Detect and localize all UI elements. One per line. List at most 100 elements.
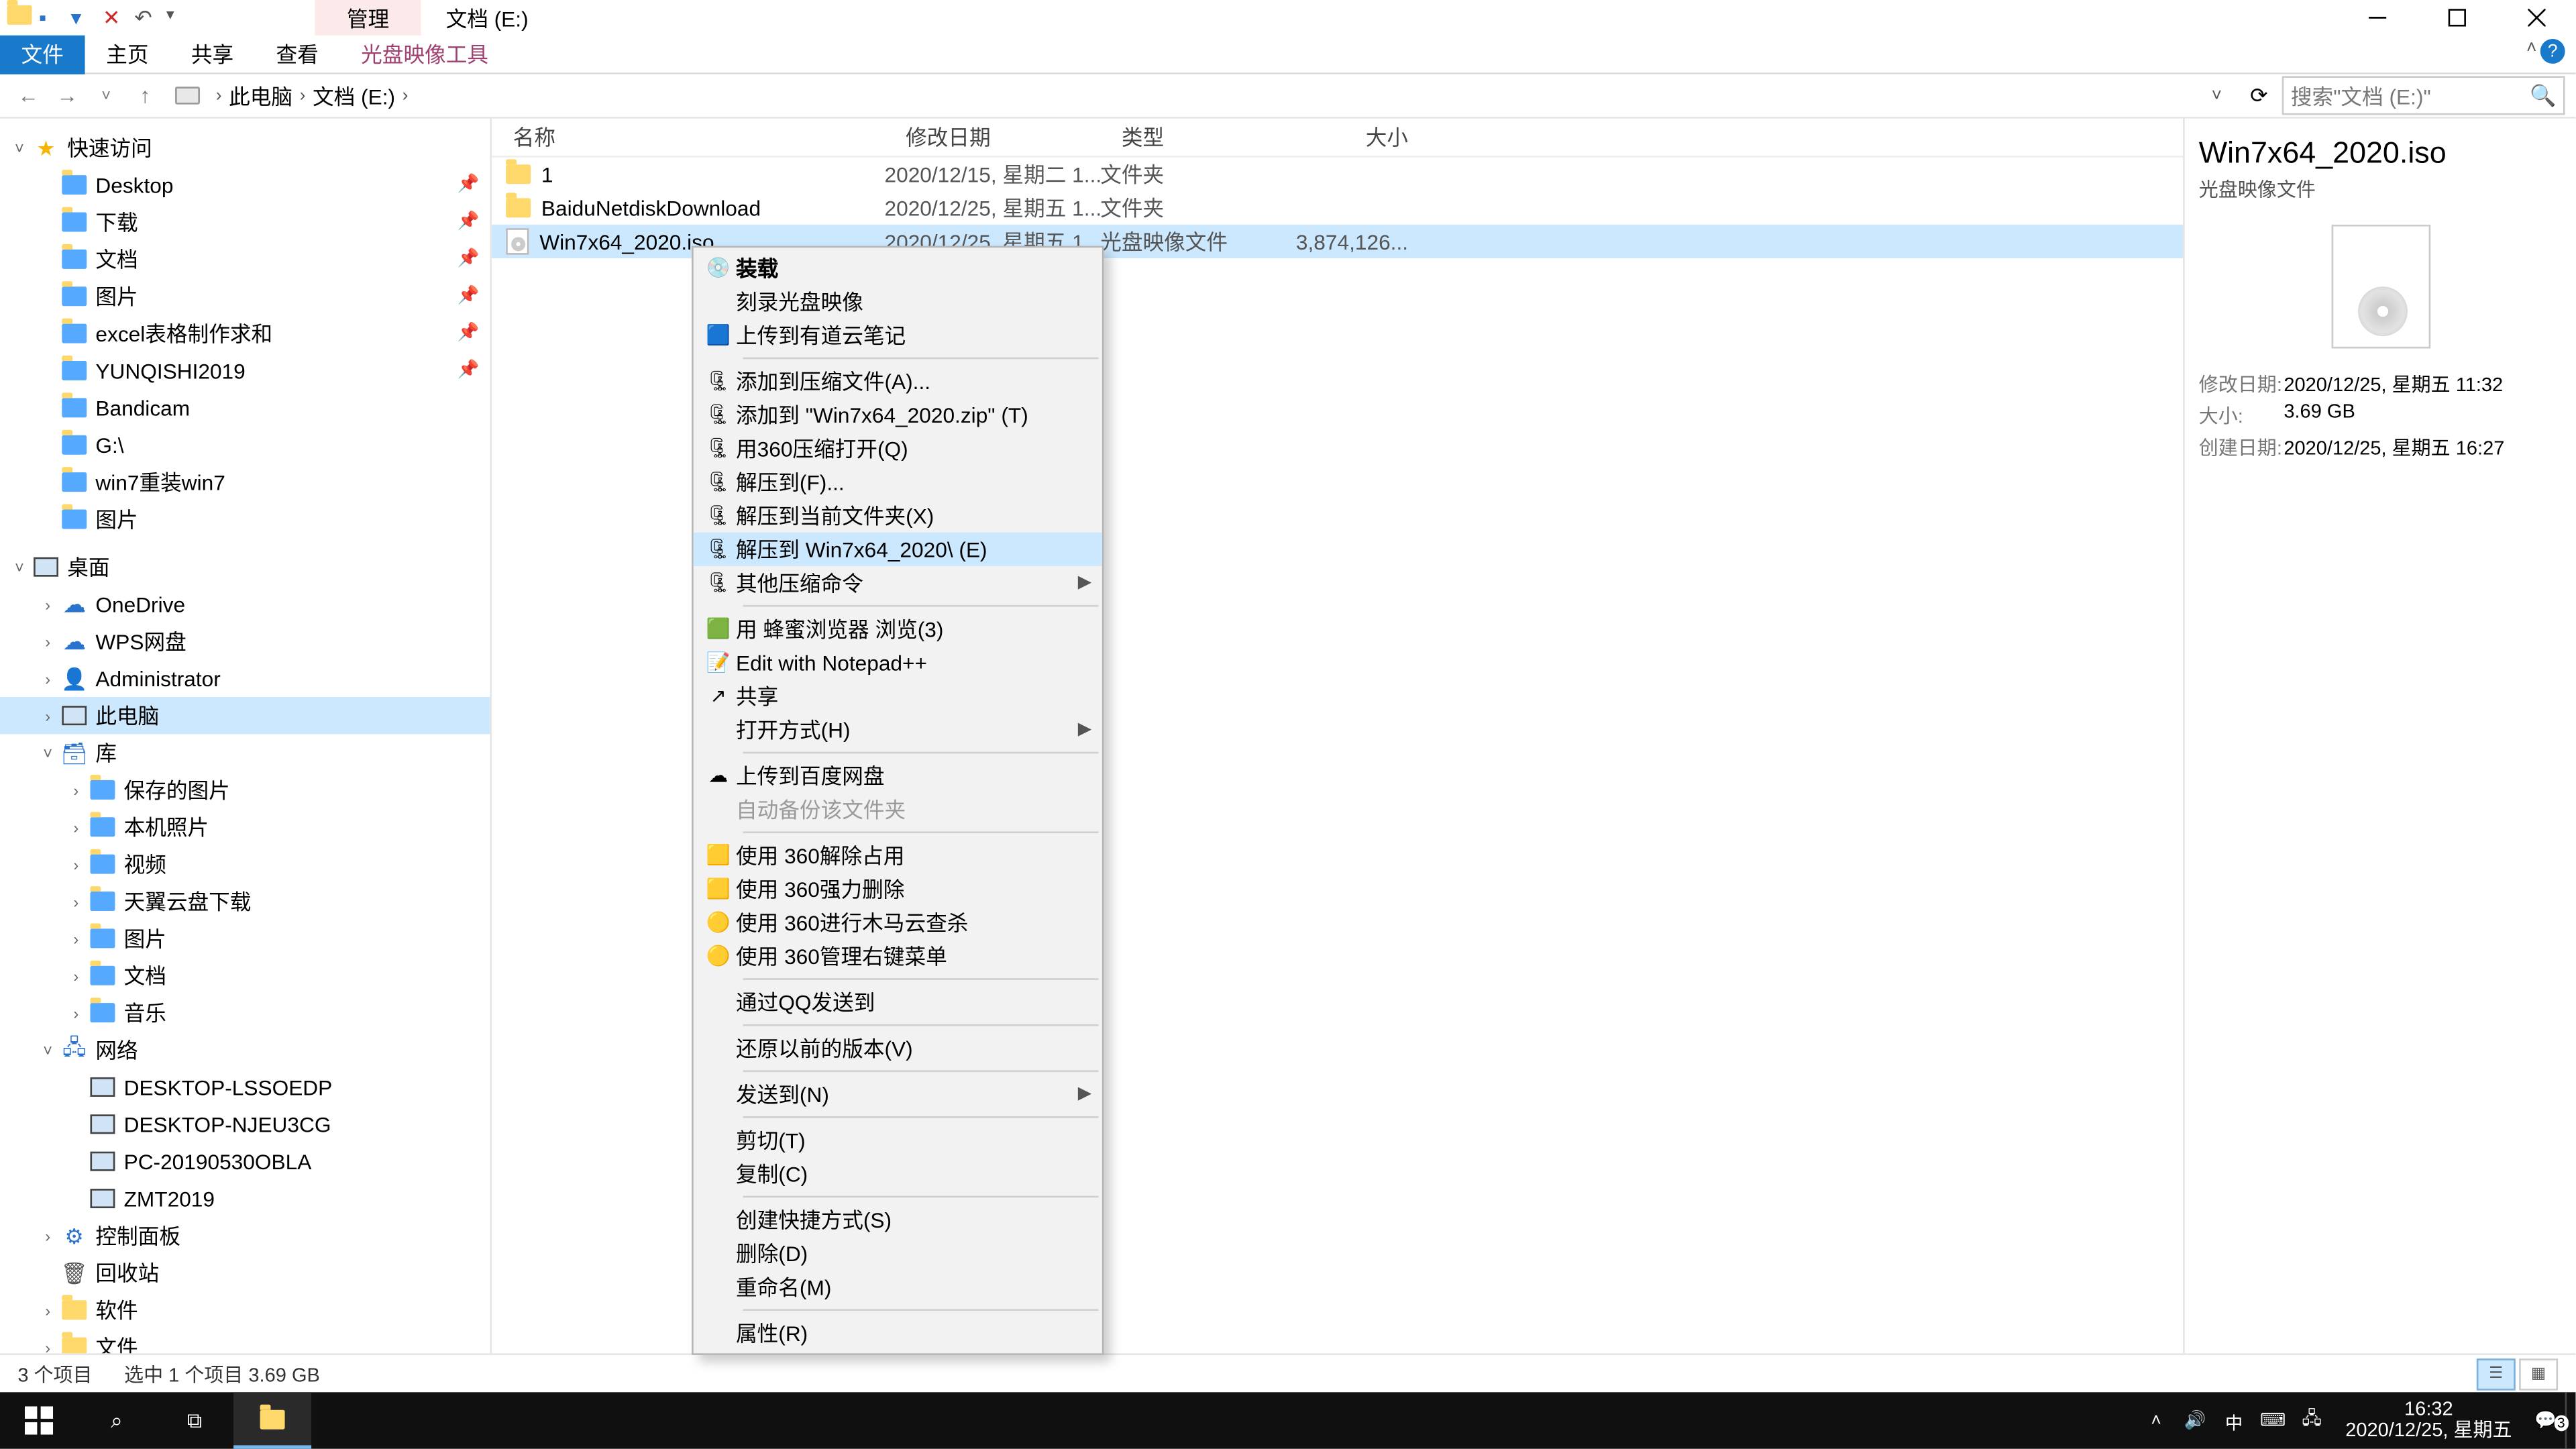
context-menu-item[interactable]: 打开方式(H)▶ [694, 713, 1102, 747]
nav-item[interactable]: ˅★快速访问 [0, 129, 490, 166]
nav-item[interactable]: Bandicam [0, 389, 490, 426]
nav-item[interactable]: DESKTOP-NJEU3CG [0, 1106, 490, 1142]
context-menu-item[interactable]: 🗜解压到 Win7x64_2020\ (E) [694, 533, 1102, 566]
nav-item[interactable]: ›天翼云盘下载 [0, 883, 490, 920]
context-menu-item[interactable]: 属性(R) [694, 1316, 1102, 1350]
help-icon[interactable]: ? [2540, 39, 2565, 64]
context-menu-item[interactable]: 发送到(N)▶ [694, 1077, 1102, 1111]
qa-undo-icon[interactable]: ↶ [134, 5, 159, 30]
tab-disc-tools[interactable]: 光盘映像工具 [339, 34, 509, 73]
nav-item[interactable]: YUNQISHI2019📌 [0, 352, 490, 389]
column-size[interactable]: 大小 [1277, 122, 1426, 152]
context-menu-item[interactable]: 剪切(T) [694, 1123, 1102, 1157]
qa-save-icon[interactable]: ▪ [39, 5, 64, 30]
tab-share[interactable]: 共享 [170, 34, 255, 73]
file-row[interactable]: BaiduNetdiskDownload2020/12/25, 星期五 1...… [492, 191, 2183, 225]
chevron-right-icon[interactable]: › [395, 86, 415, 105]
context-menu-item[interactable]: ☁上传到百度网盘 [694, 759, 1102, 792]
action-center-icon[interactable]: 💬3 [2526, 1411, 2565, 1430]
nav-item[interactable]: ›图片 [0, 920, 490, 957]
nav-item[interactable]: ›保存的图片 [0, 771, 490, 808]
task-view-button[interactable]: ⧉ [156, 1392, 233, 1448]
nav-item[interactable]: ›文件 [0, 1328, 490, 1353]
minimize-button[interactable] [2337, 0, 2416, 36]
nav-item[interactable]: ›视频 [0, 845, 490, 882]
nav-item[interactable]: ZMT2019 [0, 1180, 490, 1217]
nav-item[interactable]: ˅桌面 [0, 548, 490, 585]
context-menu-item[interactable]: ↗共享 [694, 680, 1102, 713]
nav-item[interactable]: ›音乐 [0, 994, 490, 1031]
context-menu-item[interactable]: 🟨使用 360强力删除 [694, 872, 1102, 906]
nav-item[interactable]: 文档📌 [0, 241, 490, 278]
column-headers[interactable]: 名称 修改日期 类型 大小 [492, 119, 2183, 158]
taskbar-explorer[interactable] [233, 1392, 311, 1448]
search-input[interactable]: 搜索"文档 (E:)" 🔍 [2282, 76, 2565, 115]
nav-item[interactable]: ˅🗃库 [0, 734, 490, 771]
breadcrumb-segment[interactable]: 此电脑 [229, 80, 292, 111]
view-icons-button[interactable]: ▦ [2519, 1358, 2558, 1389]
context-menu-item[interactable]: 创建快捷方式(S) [694, 1203, 1102, 1236]
nav-item[interactable]: ›☁WPS网盘 [0, 623, 490, 659]
context-menu-item[interactable]: 还原以前的版本(V) [694, 1031, 1102, 1065]
nav-item[interactable]: ˅🖧网络 [0, 1031, 490, 1068]
tab-file[interactable]: 文件 [0, 34, 85, 73]
context-menu-item[interactable]: 🟦上传到有道云笔记 [694, 319, 1102, 352]
maximize-button[interactable] [2416, 0, 2496, 36]
nav-item[interactable]: G:\ [0, 427, 490, 464]
navigation-pane[interactable]: ˅★快速访问Desktop📌下载📌文档📌图片📌excel表格制作求和📌YUNQI… [0, 119, 492, 1354]
context-menu-item[interactable]: 🗜用360压缩打开(Q) [694, 431, 1102, 465]
context-menu-item[interactable]: 🗜解压到(F)... [694, 466, 1102, 499]
file-row[interactable]: 12020/12/15, 星期二 1...文件夹 [492, 158, 2183, 191]
nav-item[interactable]: DESKTOP-LSSOEDP [0, 1069, 490, 1106]
tab-home[interactable]: 主页 [85, 34, 170, 73]
volume-icon[interactable]: 🔊 [2176, 1411, 2214, 1430]
column-date[interactable]: 修改日期 [885, 122, 1101, 152]
refresh-button[interactable]: ⟳ [2239, 83, 2278, 108]
context-menu-item[interactable]: 🗜添加到 "Win7x64_2020.zip" (T) [694, 398, 1102, 431]
close-button[interactable] [2496, 0, 2576, 36]
tab-view[interactable]: 查看 [255, 34, 340, 73]
nav-item[interactable]: Desktop📌 [0, 166, 490, 203]
nav-item[interactable]: 图片 [0, 500, 490, 537]
nav-item[interactable]: ›☁OneDrive [0, 586, 490, 623]
contextual-tab-manage[interactable]: 管理 [315, 0, 421, 36]
qa-delete-icon[interactable]: ✕ [103, 5, 127, 30]
context-menu-item[interactable]: 刻录光盘映像 [694, 285, 1102, 319]
forward-button[interactable]: → [50, 78, 85, 113]
recent-dropdown[interactable]: ˅ [89, 78, 124, 113]
nav-item[interactable]: excel表格制作求和📌 [0, 315, 490, 352]
ime-icon[interactable]: 中 [2214, 1407, 2253, 1434]
column-type[interactable]: 类型 [1100, 122, 1277, 152]
nav-item[interactable]: ›⚙控制面板 [0, 1217, 490, 1254]
nav-item[interactable]: ›文档 [0, 957, 490, 994]
context-menu-item[interactable]: 通过QQ发送到 [694, 985, 1102, 1019]
nav-item[interactable]: 🗑回收站 [0, 1254, 490, 1291]
view-details-button[interactable]: ☰ [2477, 1358, 2516, 1389]
nav-item[interactable]: 图片📌 [0, 278, 490, 315]
context-menu-item[interactable]: 🟨使用 360解除占用 [694, 839, 1102, 872]
back-button[interactable]: ← [11, 78, 46, 113]
qa-more-icon[interactable]: ▾ [166, 5, 191, 30]
context-menu-item[interactable]: 删除(D) [694, 1236, 1102, 1270]
context-menu-item[interactable]: 重命名(M) [694, 1270, 1102, 1303]
nav-item[interactable]: ›软件 [0, 1291, 490, 1328]
context-menu-item[interactable]: 🗜添加到压缩文件(A)... [694, 364, 1102, 398]
chevron-right-icon[interactable]: › [292, 86, 313, 105]
chevron-right-icon[interactable]: › [209, 86, 229, 105]
start-button[interactable] [0, 1392, 78, 1448]
breadcrumb-segment[interactable]: 文档 (E:) [313, 80, 395, 111]
context-menu-item[interactable]: 💿装载 [694, 251, 1102, 284]
column-name[interactable]: 名称 [492, 122, 884, 152]
context-menu-item[interactable]: 🟡使用 360管理右键菜单 [694, 939, 1102, 973]
network-icon[interactable]: 🖧 [2292, 1405, 2331, 1436]
nav-item[interactable]: ›👤Administrator [0, 660, 490, 697]
up-button[interactable]: ↑ [127, 78, 163, 113]
search-button[interactable]: ⌕ [78, 1392, 156, 1448]
qa-check-icon[interactable]: ▾ [70, 5, 95, 30]
tray-expand-icon[interactable]: ˄ [2137, 1411, 2176, 1430]
context-menu-item[interactable]: 🟩用 蜂蜜浏览器 浏览(3) [694, 612, 1102, 645]
address-bar[interactable]: › 此电脑 › 文档 (E:) › ˅ [166, 76, 2236, 115]
context-menu-item[interactable]: 🗜其他压缩命令▶ [694, 566, 1102, 600]
nav-item[interactable]: PC-20190530OBLA [0, 1143, 490, 1180]
context-menu-item[interactable]: 🗜解压到当前文件夹(X) [694, 499, 1102, 533]
